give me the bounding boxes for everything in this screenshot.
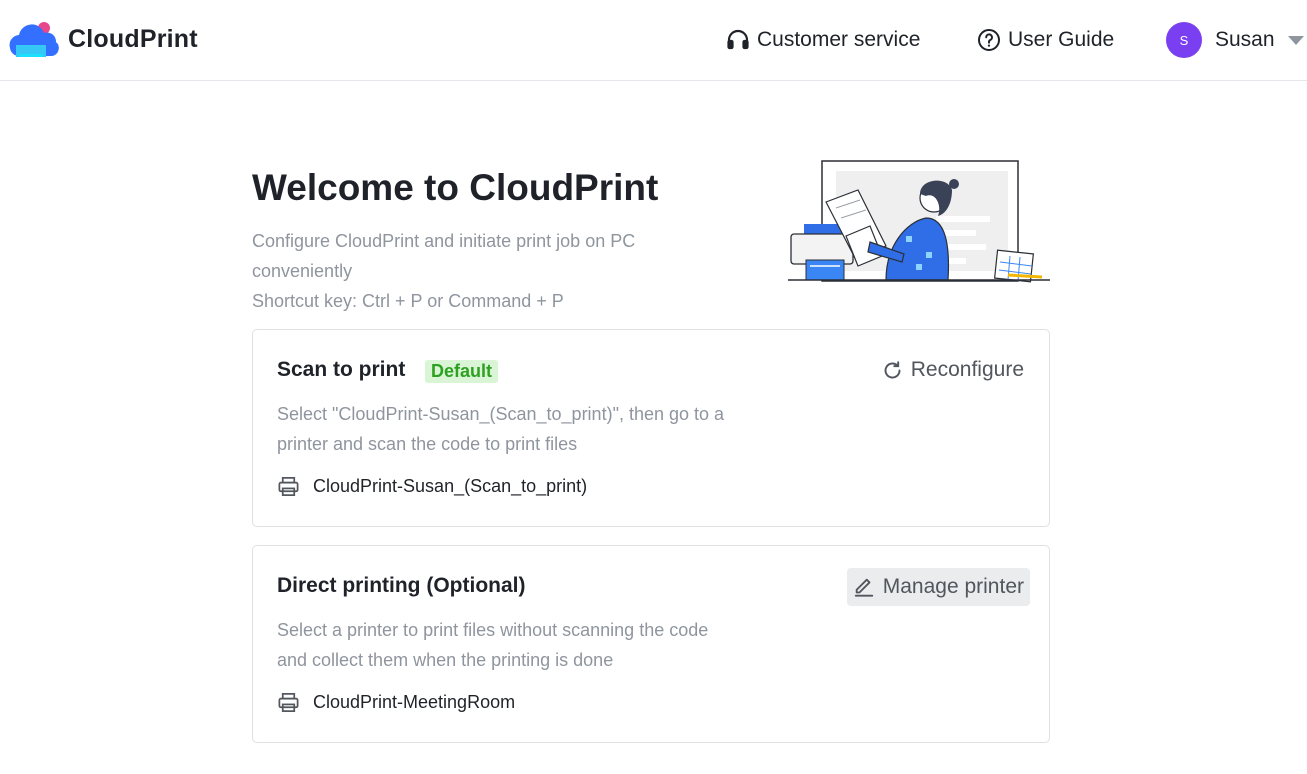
direct-printing-title: Direct printing (Optional) [277,574,526,597]
manage-printer-button[interactable]: Manage printer [846,568,1030,606]
app-name: CloudPrint [68,24,198,53]
description-line-1: Configure CloudPrint and initiate print … [252,231,636,251]
top-header: CloudPrint Customer service User Guide S… [0,0,1307,81]
app-logo[interactable]: CloudPrint [6,18,198,60]
shortcut-hint: Shortcut key: Ctrl + P or Command + P [252,291,564,311]
default-badge: Default [425,360,499,383]
printer-icon [278,693,299,712]
scan-to-print-description: Select "CloudPrint-Susan_(Scan_to_print)… [277,404,725,454]
customer-service-link[interactable]: Customer service [726,0,920,80]
scan-to-print-card: Scan to print Default Reconfigure Select… [252,329,1050,527]
scan-to-print-title: Scan to print [277,358,406,381]
reconfigure-button[interactable]: Reconfigure [882,358,1024,382]
user-guide-label: User Guide [1008,28,1115,51]
reconfigure-label: Reconfigure [910,358,1024,381]
user-guide-link[interactable]: User Guide [977,0,1114,80]
user-menu[interactable]: S Susan [1166,0,1304,80]
printer-icon [278,477,299,496]
scan-printer-row: CloudPrint-Susan_(Scan_to_print) [277,475,587,498]
scan-printer-name: CloudPrint-Susan_(Scan_to_print) [313,476,588,496]
refresh-icon [884,360,901,378]
avatar: S [1166,22,1202,58]
cloud-printer-logo-icon [6,18,60,60]
manage-printer-label: Manage printer [882,575,1024,598]
question-circle-icon [978,29,1000,51]
description-line-2: conveniently [252,261,353,281]
page-description: Configure CloudPrint and initiate print … [252,226,722,316]
direct-printer-name: CloudPrint-MeetingRoom [313,692,516,712]
pencil-icon [854,578,873,597]
direct-printing-description: Select a printer to print files without … [277,620,709,670]
caret-down-icon [1287,35,1304,45]
direct-printing-card: Direct printing (Optional) Manage printe… [252,545,1050,743]
customer-service-label: Customer service [757,28,921,51]
headset-icon [727,29,749,50]
user-name: Susan [1215,28,1275,51]
direct-printer-row: CloudPrint-MeetingRoom [277,691,515,714]
page-title: Welcome to CloudPrint [252,167,659,208]
hero-illustration [786,156,1052,286]
